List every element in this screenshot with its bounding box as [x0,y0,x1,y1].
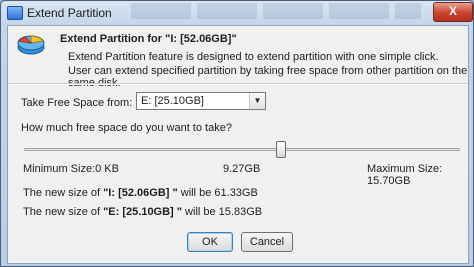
minimum-size-label: Minimum Size:0 KB [23,163,119,175]
header-divider [8,83,468,85]
partition-name-e: "E: [25.10GB] " [103,206,182,218]
new-size-value-e: will be 15.83GB [182,206,263,218]
new-size-line-i: The new size of "I: [52.06GB] " will be … [23,187,258,199]
ok-button[interactable]: OK [187,232,233,252]
dialog-body: Extend Partition for "I: [52.06GB]" Exte… [7,25,469,264]
partition-app-icon [7,6,23,20]
description-line-1: Extend Partition feature is designed to … [68,51,439,63]
chevron-down-icon[interactable]: ▼ [249,93,265,109]
window-title: Extend Partition [27,6,112,20]
size-slider-track[interactable] [24,148,460,151]
current-size-label: 9.27GB [223,163,261,175]
background-windows-strip [131,3,421,19]
new-size-line-e: The new size of "E: [25.10GB] " will be … [23,206,262,218]
take-free-space-label: Take Free Space from: [21,97,133,109]
description-line-2: User can extend specified partition by t… [68,65,468,89]
size-slider-thumb[interactable] [275,141,286,158]
source-partition-dropdown[interactable]: E: [25.10GB] ▼ [136,92,266,110]
new-size-prefix: The new size of [23,187,104,199]
close-button[interactable]: X [433,2,473,22]
cancel-button[interactable]: Cancel [241,232,293,252]
new-size-prefix: The new size of [23,206,104,218]
selected-partition: E: [25.10GB] [141,95,204,107]
partition-name-i: "I: [52.06GB] " [103,187,178,199]
title-bar[interactable]: Extend Partition X [1,1,473,25]
extend-partition-dialog: Extend Partition X Extend Partition for … [0,0,474,267]
disk-partition-icon [17,35,45,55]
dialog-heading: Extend Partition for "I: [52.06GB]" [60,33,237,45]
amount-question: How much free space do you want to take? [21,122,232,134]
maximum-size-label: Maximum Size: 15.70GB [367,163,443,187]
new-size-value-i: will be 61.33GB [177,187,258,199]
